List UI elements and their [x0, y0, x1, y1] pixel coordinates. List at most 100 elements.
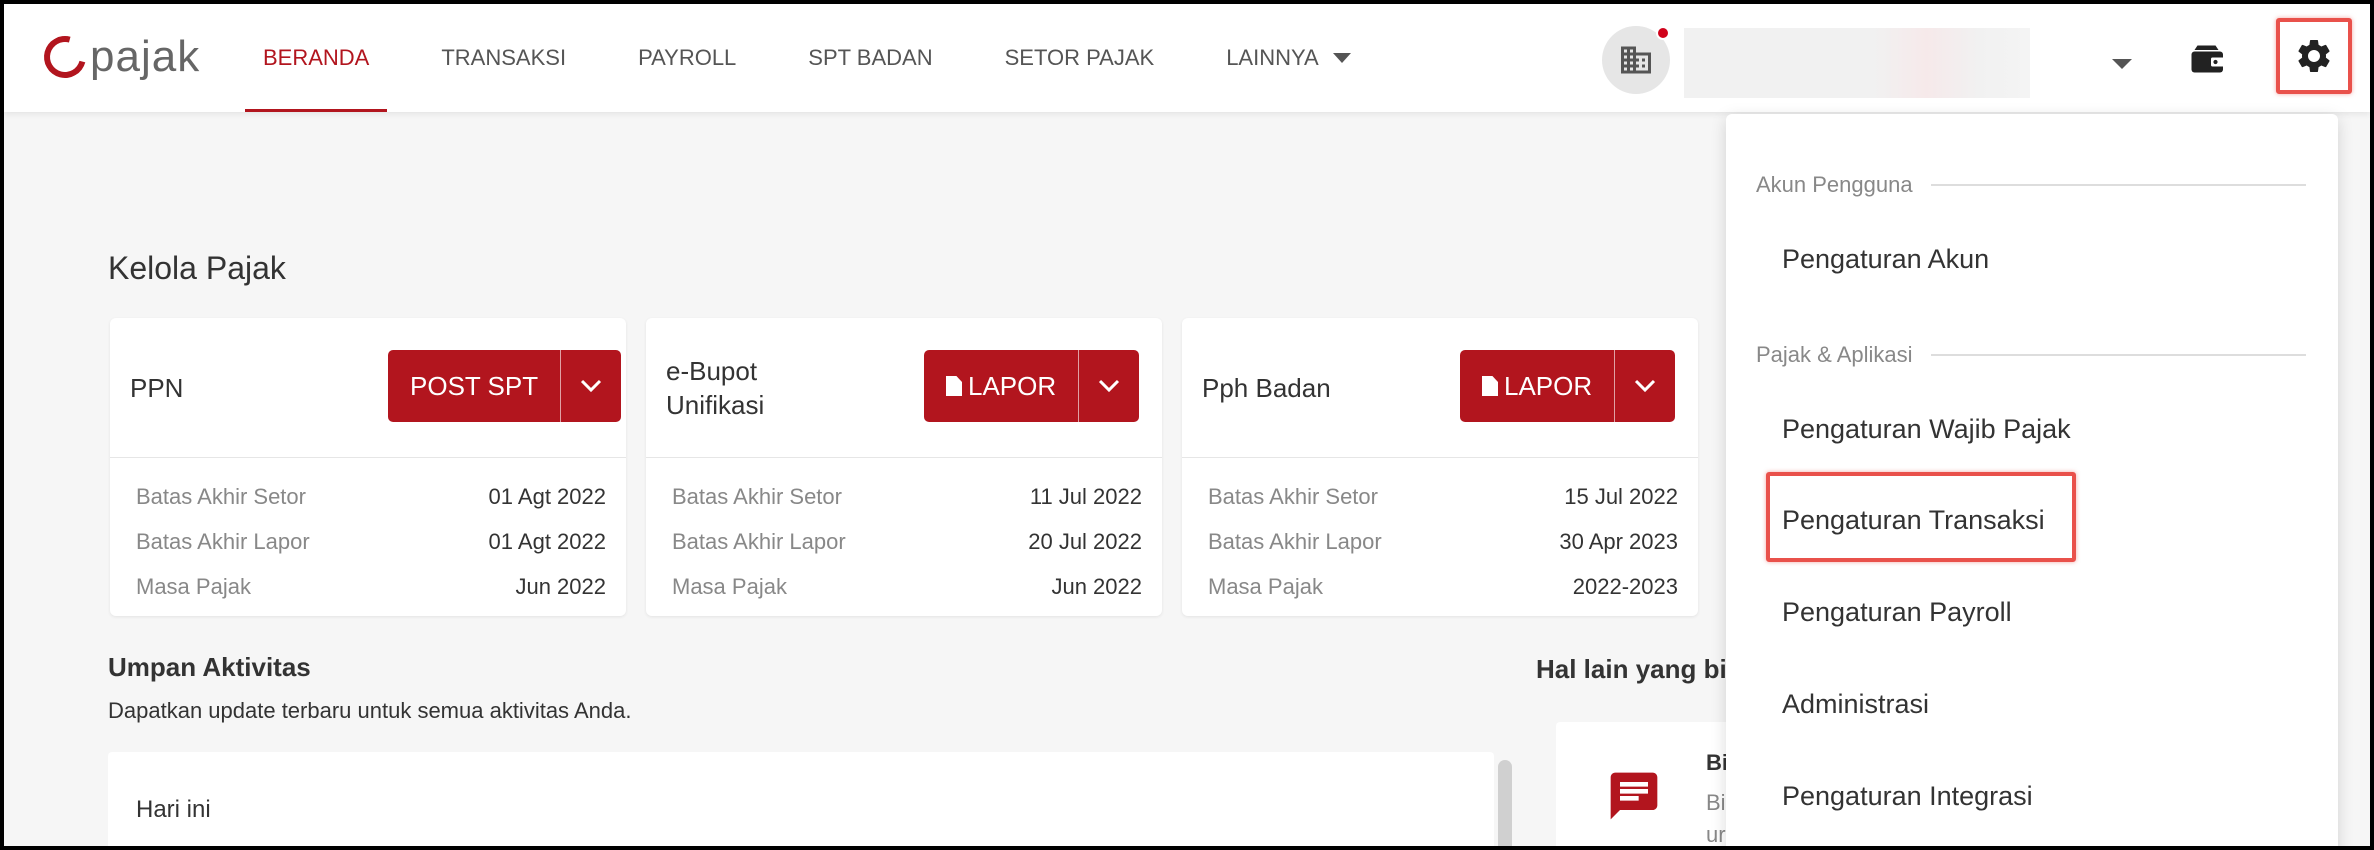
app-window: pajak BERANDA TRANSAKSI PAYROLL SPT BADA…: [4, 4, 2370, 846]
menu-item-administrasi[interactable]: Administrasi: [1782, 689, 1929, 720]
detail-row: Batas Akhir Setor 11 Jul 2022: [672, 474, 1142, 519]
chevron-down-icon: [1635, 379, 1656, 393]
lapor-button[interactable]: LAPOR: [924, 350, 1080, 422]
button-label: POST SPT: [410, 370, 539, 401]
section-header-akun: Akun Pengguna: [1756, 172, 2306, 198]
lapor-button-group: LAPOR: [1460, 350, 1676, 422]
divider: [1930, 354, 2306, 356]
tax-card-pph-badan: Pph Badan LAPOR Batas Akhir Setor 15 Jul …: [1182, 318, 1698, 616]
detail-row: Batas Akhir Lapor 01 Agt 2022: [136, 519, 606, 564]
other-card-text: ur: [1706, 822, 1726, 846]
detail-value: 01 Agt 2022: [488, 483, 606, 509]
card-header: e-Bupot Unifikasi LAPOR: [646, 318, 1162, 458]
card-name: e-Bupot Unifikasi: [666, 356, 765, 420]
pajak-logo[interactable]: pajak: [36, 28, 201, 86]
other-title: Hal lain yang bis: [1536, 654, 1742, 684]
detail-label: Batas Akhir Lapor: [1208, 528, 1382, 554]
other-card-title: Bi: [1706, 750, 1728, 775]
nav-item-lainnya[interactable]: LAINNYA: [1208, 4, 1369, 112]
detail-value: 15 Jul 2022: [1564, 483, 1678, 509]
feed-day-label: Hari ini: [136, 796, 211, 823]
card-header: PPN POST SPT: [110, 318, 626, 458]
lapor-button-group: LAPOR: [924, 350, 1140, 422]
detail-label: Batas Akhir Lapor: [672, 528, 846, 554]
lapor-button[interactable]: LAPOR: [1460, 350, 1616, 422]
section-title: Pajak & Aplikasi: [1756, 342, 1913, 367]
card-header: Pph Badan LAPOR: [1182, 318, 1698, 458]
nav-item-transaksi[interactable]: TRANSAKSI: [423, 4, 584, 112]
other-card-text: Bi: [1706, 790, 1726, 815]
section-header-pajak: Pajak & Aplikasi: [1756, 342, 2306, 368]
detail-row: Batas Akhir Lapor 20 Jul 2022: [672, 519, 1142, 564]
feed-subtitle: Dapatkan update terbaru untuk semua akti…: [108, 698, 632, 723]
divider: [1930, 184, 2306, 186]
building-icon: [1621, 46, 1651, 74]
chat-icon: [1610, 772, 1658, 820]
card-details: Batas Akhir Setor 01 Agt 2022 Batas Akhir…: [136, 474, 606, 609]
button-label: LAPOR: [968, 370, 1057, 401]
nav-item-beranda[interactable]: BERANDA: [245, 4, 388, 112]
nav-label: LAINNYA: [1226, 45, 1319, 70]
detail-value: 20 Jul 2022: [1028, 528, 1142, 554]
section-title: Akun Pengguna: [1756, 172, 1913, 197]
menu-item-pengaturan-transaksi[interactable]: Pengaturan Transaksi: [1782, 505, 2045, 536]
lapor-dropdown-button[interactable]: [1615, 350, 1675, 422]
nav-label: TRANSAKSI: [441, 45, 567, 70]
wallet-icon[interactable]: [2190, 44, 2226, 74]
lapor-dropdown-button[interactable]: [1079, 350, 1139, 422]
card-name: Pph Badan: [1202, 373, 1331, 403]
menu-item-pengaturan-akun[interactable]: Pengaturan Akun: [1782, 244, 1989, 275]
detail-value: 30 Apr 2023: [1559, 528, 1678, 554]
detail-value: 01 Agt 2022: [488, 528, 606, 554]
detail-row: Batas Akhir Setor 15 Jul 2022: [1208, 474, 1678, 519]
menu-item-pengaturan-wajib-pajak[interactable]: Pengaturan Wajib Pajak: [1782, 414, 2071, 445]
detail-value: 11 Jul 2022: [1029, 483, 1142, 509]
logo-text: pajak: [90, 32, 201, 81]
detail-row: Batas Akhir Setor 01 Agt 2022: [136, 474, 606, 519]
settings-button[interactable]: [2276, 18, 2352, 94]
detail-value: 2022-2023: [1572, 573, 1678, 599]
detail-label: Batas Akhir Setor: [136, 483, 306, 509]
feed-title: Umpan Aktivitas: [108, 652, 311, 682]
detail-row: Masa Pajak Jun 2022: [672, 564, 1142, 609]
caret-down-icon: [1332, 53, 1351, 63]
gear-icon: [2298, 39, 2330, 72]
detail-label: Batas Akhir Setor: [1208, 483, 1378, 509]
caret-down-icon[interactable]: [2112, 59, 2132, 69]
post-spt-dropdown-button[interactable]: [561, 350, 621, 422]
chevron-down-icon: [1099, 379, 1120, 393]
nav-label: SETOR PAJAK: [1004, 45, 1155, 70]
tax-card-ebupot: e-Bupot Unifikasi LAPOR Batas Akhir Seto…: [646, 318, 1162, 616]
detail-label: Batas Akhir Setor: [672, 483, 842, 509]
feed-scrollbar[interactable]: [1498, 760, 1512, 846]
chevron-down-icon: [581, 379, 602, 393]
top-navbar: pajak BERANDA TRANSAKSI PAYROLL SPT BADA…: [4, 4, 2370, 112]
notification-dot: [1656, 26, 1670, 40]
detail-value: Jun 2022: [1051, 573, 1142, 599]
card-name: PPN: [130, 373, 184, 403]
detail-row: Batas Akhir Lapor 30 Apr 2023: [1208, 519, 1678, 564]
nav-item-spt-badan[interactable]: SPT BADAN: [790, 4, 950, 112]
button-label: LAPOR: [1504, 370, 1593, 401]
document-icon: [1482, 376, 1498, 396]
detail-value: Jun 2022: [515, 573, 606, 599]
main-nav: BERANDA TRANSAKSI PAYROLL SPT BADAN SETO…: [245, 4, 1405, 112]
post-spt-button-group: POST SPT: [388, 350, 622, 422]
feed-panel: Hari ini: [108, 752, 1494, 846]
nav-item-setor-pajak[interactable]: SETOR PAJAK: [987, 4, 1173, 112]
post-spt-button[interactable]: POST SPT: [388, 350, 562, 422]
logo-mark-icon: [36, 28, 94, 86]
detail-label: Masa Pajak: [136, 573, 251, 599]
detail-row: Masa Pajak 2022-2023: [1208, 564, 1678, 609]
detail-label: Batas Akhir Lapor: [136, 528, 310, 554]
nav-label: BERANDA: [263, 45, 370, 70]
card-details: Batas Akhir Setor 15 Jul 2022 Batas Akhir…: [1208, 474, 1678, 609]
menu-item-pengaturan-integrasi[interactable]: Pengaturan Integrasi: [1782, 781, 2033, 812]
card-details: Batas Akhir Setor 11 Jul 2022 Batas Akhir…: [672, 474, 1142, 609]
detail-row: Masa Pajak Jun 2022: [136, 564, 606, 609]
nav-label: PAYROLL: [638, 45, 737, 70]
nav-item-payroll[interactable]: PAYROLL: [620, 4, 754, 112]
menu-item-pengaturan-payroll[interactable]: Pengaturan Payroll: [1782, 597, 2012, 628]
company-name-redacted[interactable]: [1684, 28, 2030, 98]
document-icon: [946, 376, 962, 396]
